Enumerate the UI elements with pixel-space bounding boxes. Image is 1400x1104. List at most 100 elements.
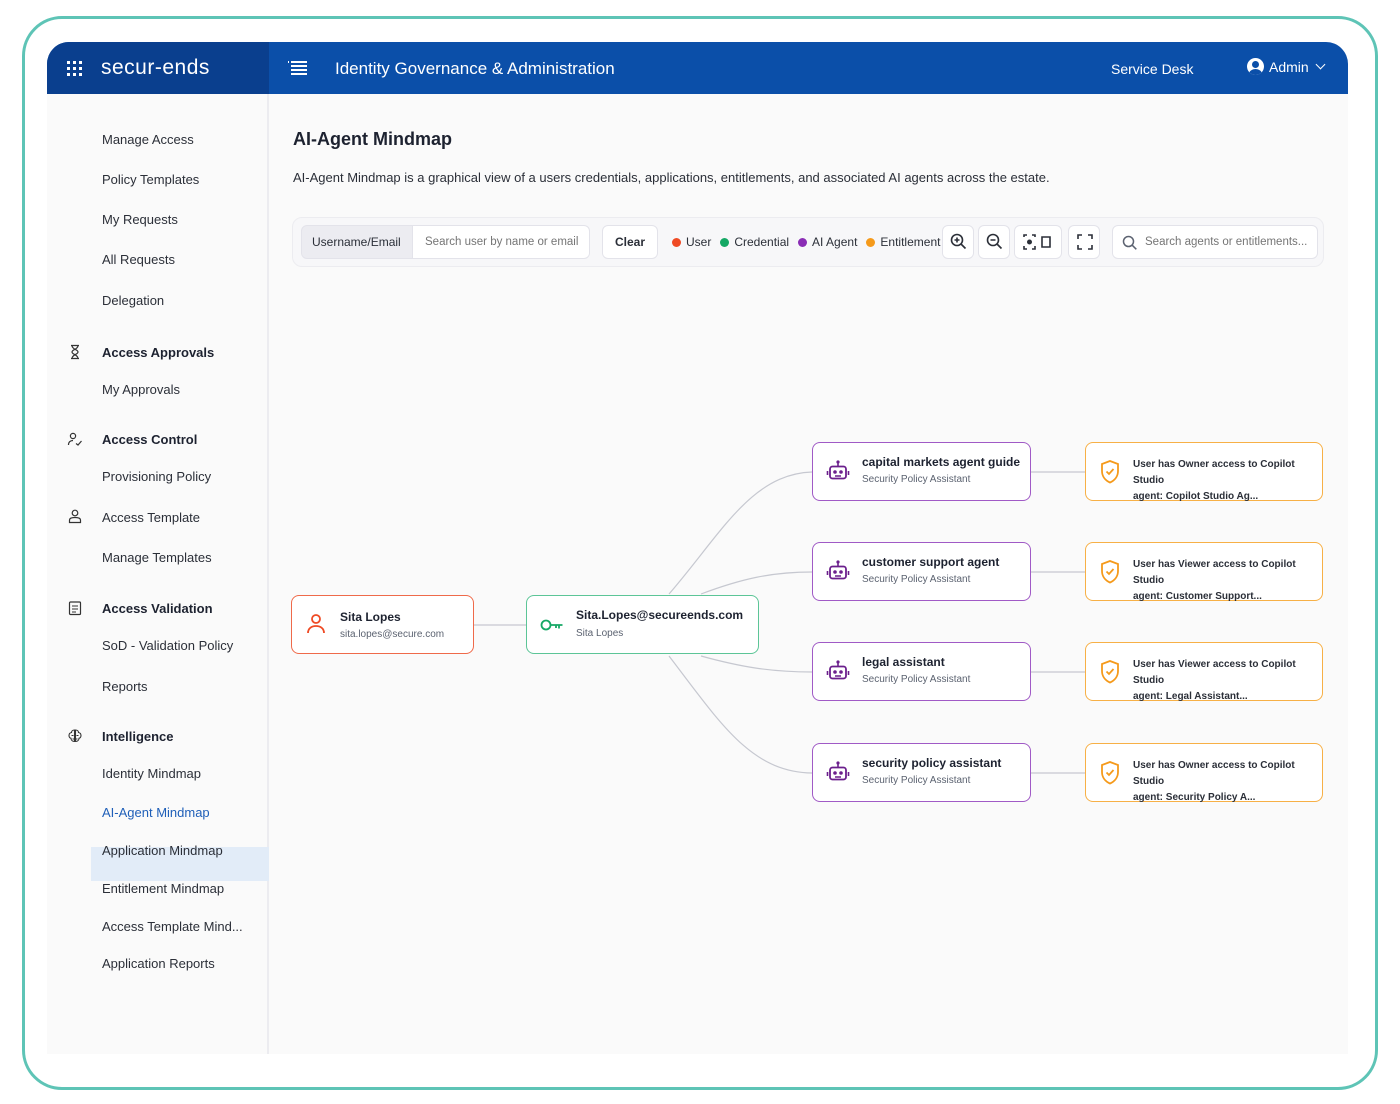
main-content: AI-Agent Mindmap AI-Agent Mindmap is a g…	[271, 94, 1348, 1054]
legend: User Credential AI Agent Entitlement	[672, 235, 940, 249]
search-icon	[1122, 235, 1137, 250]
entitlement-node[interactable]: User has Owner access to Copilot Studio …	[1085, 743, 1323, 803]
app-window: secur-ends Identity Governance & Adminis…	[47, 42, 1348, 1054]
legend-user: User	[672, 235, 711, 249]
legend-label: AI Agent	[812, 235, 858, 249]
agent-type: Security Policy Assistant	[862, 775, 971, 786]
sidebar-item-all-requests[interactable]: All Requests	[102, 252, 175, 267]
agent-type: Security Policy Assistant	[862, 474, 971, 485]
user-menu[interactable]: Admin	[1247, 58, 1326, 75]
shield-check-icon	[1101, 460, 1119, 484]
credential-owner: Sita Lopes	[576, 628, 624, 639]
sidebar-heading-access-approvals[interactable]: Access Approvals	[102, 345, 214, 360]
mindmap-canvas[interactable]: Sita Lopes sita.lopes@secure.com Sita.Lo…	[271, 284, 1348, 1054]
sidebar-heading-access-control[interactable]: Access Control	[102, 432, 197, 447]
entitlement-line: agent: Customer Support...	[1133, 591, 1262, 602]
entitlement-line: agent: Copilot Studio Ag...	[1133, 491, 1259, 502]
sidebar-item-identity-mindmap[interactable]: Identity Mindmap	[102, 766, 201, 781]
service-desk-link[interactable]: Service Desk	[1111, 61, 1193, 77]
entitlement-text: User has Viewer access to Copilot Studio…	[1133, 657, 1319, 705]
fullscreen-button[interactable]	[1068, 225, 1100, 259]
sidebar-item-application-mindmap[interactable]: Application Mindmap	[102, 843, 223, 858]
sidebar-item-manage-access[interactable]: Manage Access	[102, 132, 194, 147]
robot-icon	[826, 761, 850, 781]
hourglass-icon	[71, 344, 79, 360]
agent-node[interactable]: security policy assistant Security Polic…	[812, 743, 1031, 802]
edge-credential-agent	[700, 655, 813, 673]
entitlement-node[interactable]: User has Owner access to Copilot Studio …	[1085, 442, 1323, 502]
entitlement-line: User has Owner access to Copilot Studio	[1133, 760, 1295, 787]
sidebar-heading-intelligence[interactable]: Intelligence	[102, 729, 174, 744]
menu-toggle-icon[interactable]	[288, 61, 307, 75]
clear-button[interactable]: Clear	[602, 225, 658, 259]
fit-view-button[interactable]	[1014, 225, 1062, 259]
key-icon	[540, 619, 563, 631]
sidebar: Manage Access Policy Templates My Reques…	[47, 94, 269, 1054]
entitlement-line: User has Owner access to Copilot Studio	[1133, 459, 1295, 486]
robot-icon	[826, 660, 850, 680]
edge-credential-agent	[668, 471, 813, 595]
zoom-in-button[interactable]	[942, 225, 974, 259]
zoom-out-button[interactable]	[978, 225, 1010, 259]
sidebar-item-provisioning-policy[interactable]: Provisioning Policy	[102, 469, 211, 484]
entitlement-node[interactable]: User has Viewer access to Copilot Studio…	[1085, 642, 1323, 702]
agent-node[interactable]: legal assistant Security Policy Assistan…	[812, 642, 1031, 701]
brand-logo: secur-ends	[101, 56, 210, 79]
entitlement-node[interactable]: User has Viewer access to Copilot Studio…	[1085, 542, 1323, 602]
user-dot	[672, 237, 681, 247]
page-description: AI-Agent Mindmap is a graphical view of …	[293, 170, 1050, 185]
sidebar-heading-access-validation[interactable]: Access Validation	[102, 601, 213, 616]
robot-icon	[826, 560, 850, 580]
app-grid-icon[interactable]	[67, 61, 82, 76]
shield-check-icon	[1101, 660, 1119, 684]
legend-ai-agent: AI Agent	[798, 235, 857, 249]
sidebar-item-access-template-mindmap[interactable]: Access Template Mind...	[102, 919, 243, 934]
edge-credential-agent	[668, 655, 813, 774]
user-node[interactable]: Sita Lopes sita.lopes@secure.com	[291, 595, 474, 654]
sidebar-item-application-reports[interactable]: Application Reports	[102, 956, 215, 971]
legend-label: User	[686, 235, 712, 249]
credential-node[interactable]: Sita.Lopes@secureends.com Sita Lopes	[526, 595, 759, 654]
sidebar-item-entitlement-mindmap[interactable]: Entitlement Mindmap	[102, 881, 224, 896]
agent-search-input[interactable]	[1145, 226, 1313, 258]
zoom-in-icon	[950, 233, 967, 250]
entitlement-dot	[866, 237, 876, 247]
agent-search-box[interactable]	[1112, 225, 1318, 259]
entitlement-text: User has Owner access to Copilot Studio …	[1133, 457, 1319, 505]
agent-node[interactable]: capital markets agent guide Security Pol…	[812, 442, 1031, 501]
shield-check-icon	[1101, 761, 1119, 785]
sidebar-item-delegation[interactable]: Delegation	[102, 293, 164, 308]
user-search-input[interactable]	[413, 225, 590, 259]
sidebar-item-sod-validation-policy[interactable]: SoD - Validation Policy	[102, 638, 233, 653]
sidebar-item-policy-templates[interactable]: Policy Templates	[102, 172, 199, 187]
entitlement-line: agent: Security Policy A...	[1133, 792, 1256, 803]
credential-id: Sita.Lopes@secureends.com	[576, 608, 744, 622]
agent-type: Security Policy Assistant	[862, 674, 971, 685]
sidebar-item-reports[interactable]: Reports	[102, 679, 148, 694]
sidebar-item-manage-templates[interactable]: Manage Templates	[102, 550, 212, 565]
brain-icon	[68, 729, 82, 743]
sidebar-item-ai-agent-mindmap[interactable]: AI-Agent Mindmap	[102, 805, 210, 820]
search-field-label: Username/Email	[301, 225, 413, 259]
user-key-icon	[67, 432, 82, 446]
sidebar-item-my-approvals[interactable]: My Approvals	[102, 382, 180, 397]
entitlement-text: User has Owner access to Copilot Studio …	[1133, 758, 1319, 806]
agent-name: security policy assistant	[862, 756, 1002, 770]
sidebar-item-my-requests[interactable]: My Requests	[102, 212, 178, 227]
edge-credential-agent	[700, 571, 813, 595]
agent-node[interactable]: customer support agent Security Policy A…	[812, 542, 1031, 601]
mindmap-toolbar: Username/Email Clear User Credential AI …	[292, 217, 1324, 267]
chevron-down-icon	[1315, 59, 1326, 70]
agent-name: capital markets agent guide	[862, 455, 1021, 469]
shield-check-icon	[1101, 560, 1119, 584]
top-bar: secur-ends Identity Governance & Adminis…	[47, 42, 1348, 94]
user-name: Admin	[1269, 58, 1309, 75]
user-icon	[307, 614, 325, 634]
legend-entitlement: Entitlement	[866, 235, 940, 249]
clipboard-icon	[68, 601, 82, 616]
page-title: AI-Agent Mindmap	[293, 129, 452, 149]
user-name: Sita Lopes	[340, 610, 401, 624]
entitlement-line: User has Viewer access to Copilot Studio	[1133, 659, 1296, 686]
legend-credential: Credential	[720, 235, 789, 249]
sidebar-heading-access-template[interactable]: Access Template	[102, 510, 200, 525]
